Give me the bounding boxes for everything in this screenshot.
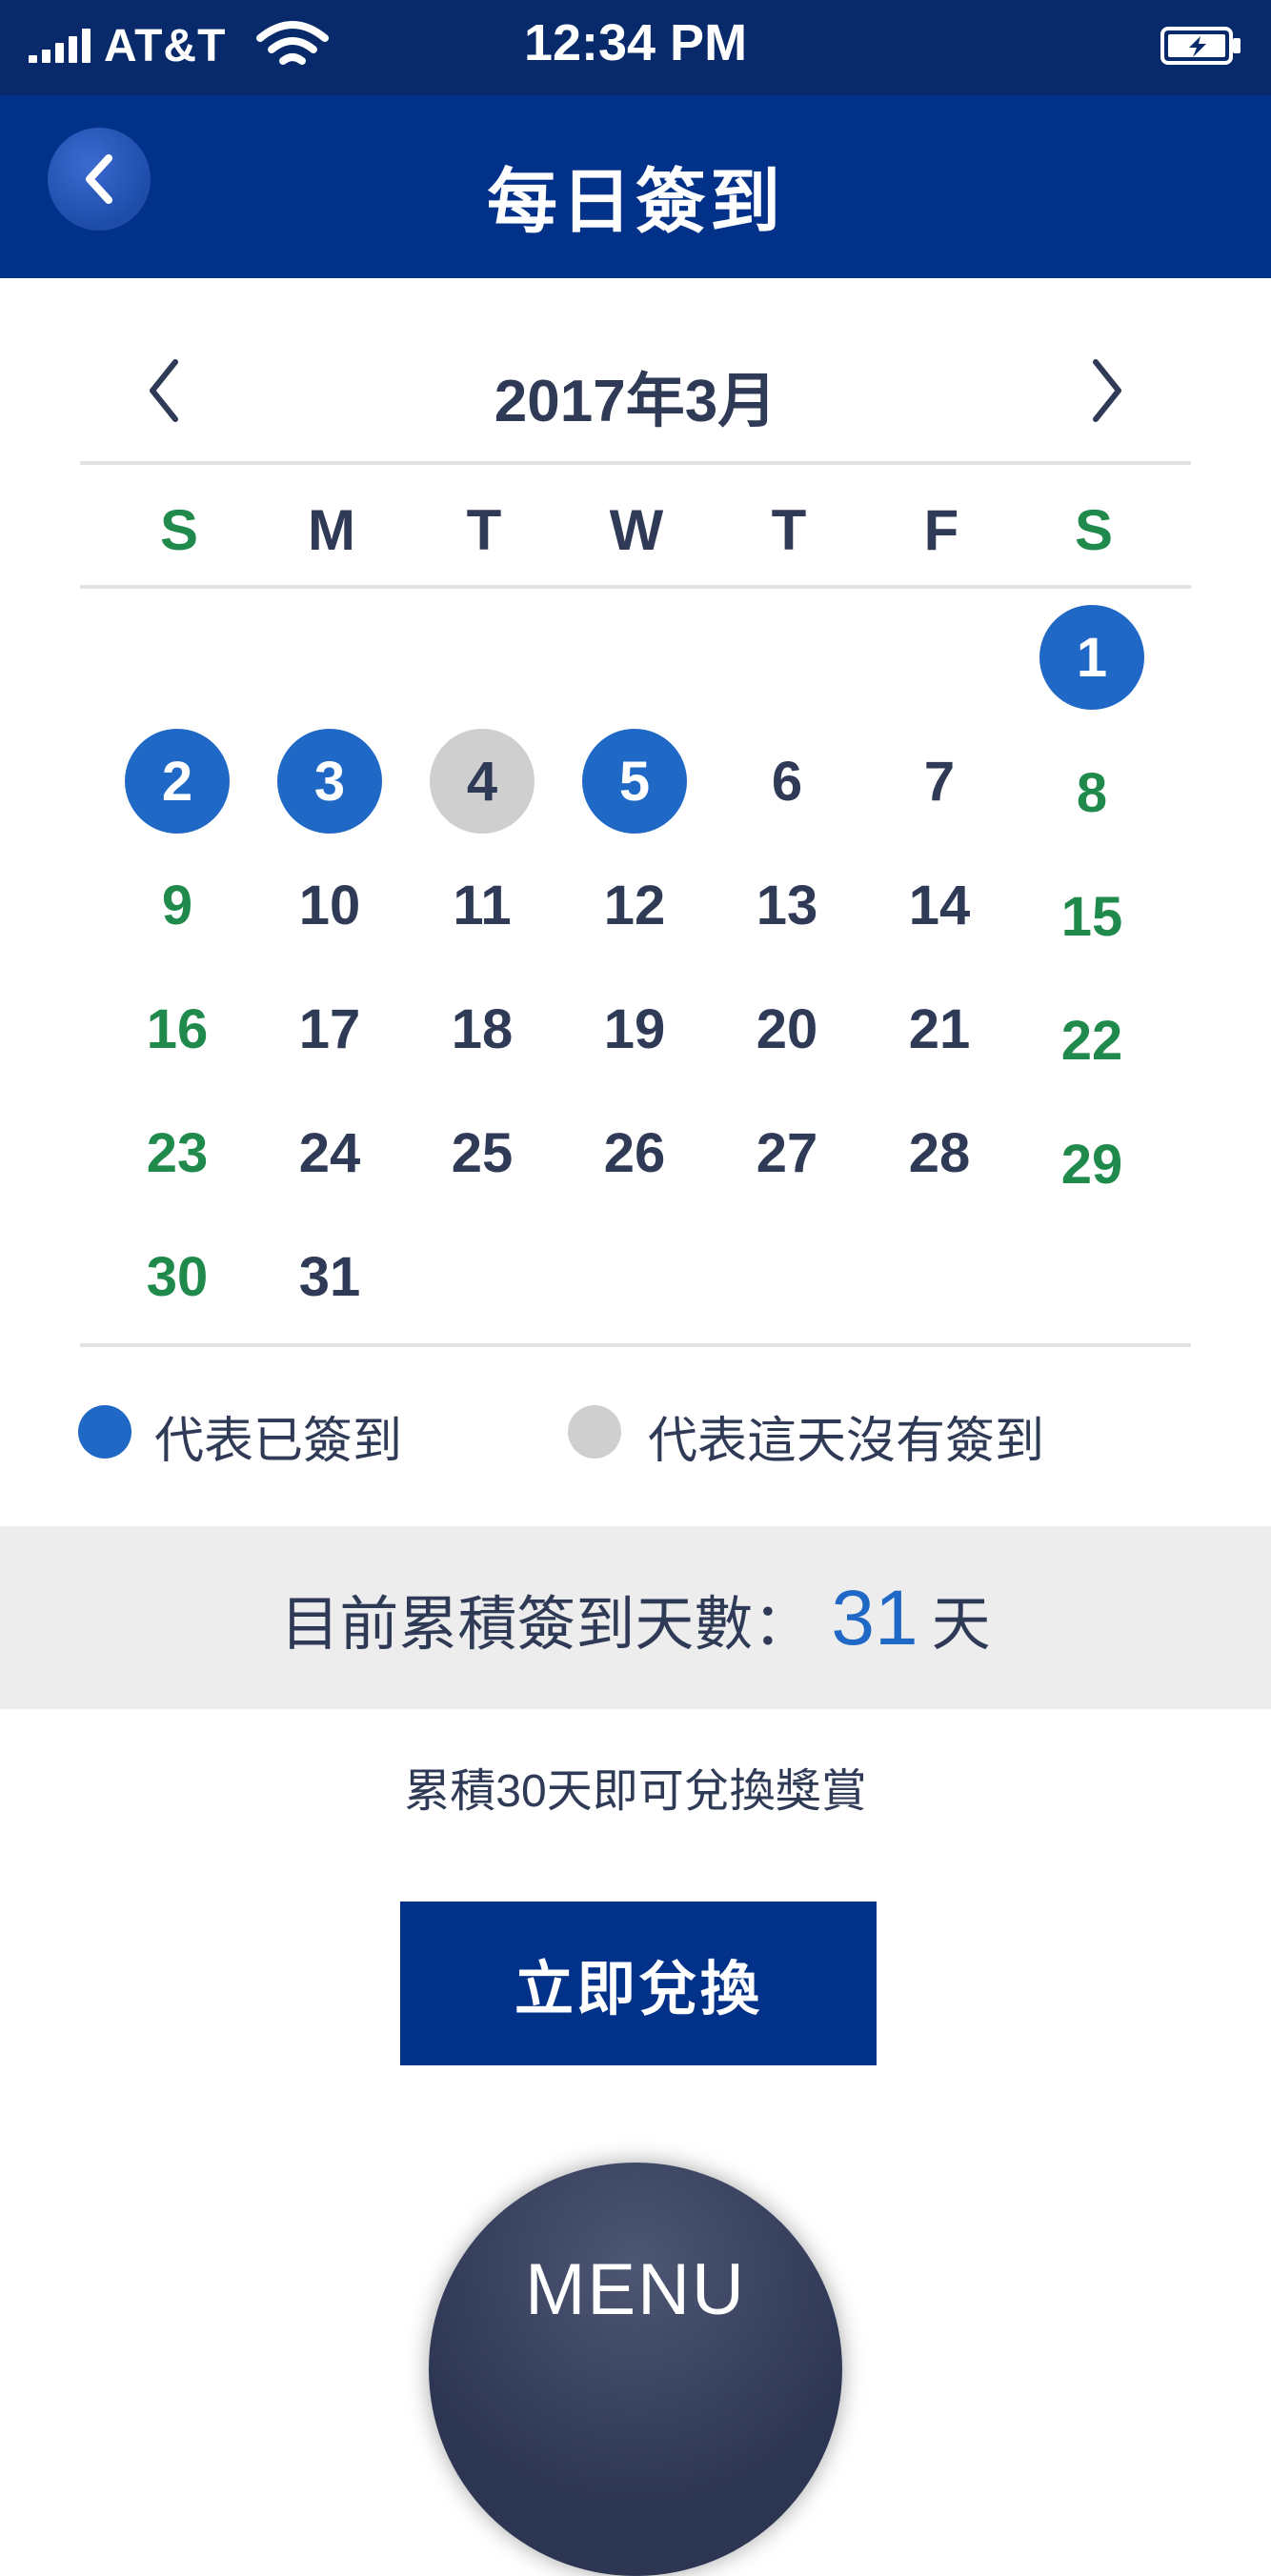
weekday-label: T <box>771 498 807 562</box>
calendar-day[interactable]: 27 <box>735 1100 839 1205</box>
calendar-day[interactable]: 26 <box>582 1100 687 1205</box>
calendar-day[interactable]: 17 <box>277 976 382 1081</box>
summary-label: 目前累積簽到天數： <box>280 1592 813 1658</box>
summary-text: 目前累積簽到天數： 31 天 <box>0 1574 1271 1663</box>
calendar-day[interactable]: 21 <box>887 976 992 1081</box>
calendar-day[interactable]: 25 <box>430 1100 535 1205</box>
calendar-day[interactable]: 4 <box>430 729 535 834</box>
divider <box>80 1343 1191 1347</box>
calendar-day[interactable]: 28 <box>887 1100 992 1205</box>
missed-legend-dot <box>568 1405 621 1459</box>
calendar-day[interactable]: 23 <box>125 1100 230 1205</box>
weekday-label: T <box>466 498 502 562</box>
header-bar: 每日簽到 <box>0 95 1271 278</box>
calendar-day[interactable]: 22 <box>1039 988 1144 1093</box>
calendar-day[interactable]: 12 <box>582 853 687 957</box>
calendar-day[interactable]: 8 <box>1039 740 1144 845</box>
calendar-day[interactable]: 29 <box>1039 1112 1144 1217</box>
calendar-day[interactable]: 13 <box>735 853 839 957</box>
calendar-day[interactable]: 16 <box>125 976 230 1081</box>
battery-charging-icon <box>1160 27 1241 65</box>
status-bar: AT&T 12:34 PM <box>0 0 1271 95</box>
calendar-day[interactable]: 24 <box>277 1100 382 1205</box>
calendar-day[interactable]: 30 <box>125 1224 230 1329</box>
signed-legend-dot <box>78 1405 131 1459</box>
weekday-label: S <box>1074 498 1114 562</box>
calendar-day[interactable]: 7 <box>887 729 992 834</box>
calendar-day[interactable]: 3 <box>277 729 382 834</box>
menu-button[interactable]: MENU <box>429 2163 842 2576</box>
calendar-day[interactable]: 18 <box>430 976 535 1081</box>
calendar-day[interactable]: 6 <box>735 729 839 834</box>
status-time: 12:34 PM <box>523 14 748 71</box>
weekday-label: M <box>308 498 355 562</box>
summary-unit: 天 <box>931 1592 991 1658</box>
redeem-button[interactable]: 立即兌換 <box>400 1902 877 2065</box>
missed-legend-label: 代表這天沒有簽到 <box>648 1414 1045 1469</box>
reward-note: 累積30天即可兌換獎賞 <box>404 1766 867 1817</box>
divider <box>80 461 1191 465</box>
weekday-label: W <box>609 498 664 562</box>
summary-count: 31 <box>831 1575 918 1661</box>
summary-panel: 目前累積簽到天數： 31 天 <box>0 1526 1271 1709</box>
calendar-day[interactable]: 20 <box>735 976 839 1081</box>
calendar-day[interactable]: 2 <box>125 729 230 834</box>
menu-label: MENU <box>525 2249 746 2330</box>
calendar-day[interactable]: 9 <box>125 853 230 957</box>
weekday-label: F <box>923 498 959 562</box>
signed-legend-label: 代表已簽到 <box>154 1414 403 1469</box>
month-label: 2017年3月 <box>494 369 777 434</box>
calendar-day[interactable]: 19 <box>582 976 687 1081</box>
page-title: 每日簽到 <box>487 162 784 241</box>
weekday-label: S <box>159 498 199 562</box>
next-month-button[interactable] <box>1077 352 1134 429</box>
calendar-day[interactable]: 14 <box>887 853 992 957</box>
calendar-day[interactable]: 5 <box>582 729 687 834</box>
calendar-day[interactable]: 15 <box>1039 864 1144 969</box>
calendar-day[interactable]: 31 <box>277 1224 382 1329</box>
calendar-day[interactable]: 11 <box>430 853 535 957</box>
divider <box>80 585 1191 589</box>
calendar-day[interactable]: 10 <box>277 853 382 957</box>
month-navigation: 2017年3月 <box>80 324 1191 448</box>
calendar-day[interactable]: 1 <box>1039 605 1144 710</box>
